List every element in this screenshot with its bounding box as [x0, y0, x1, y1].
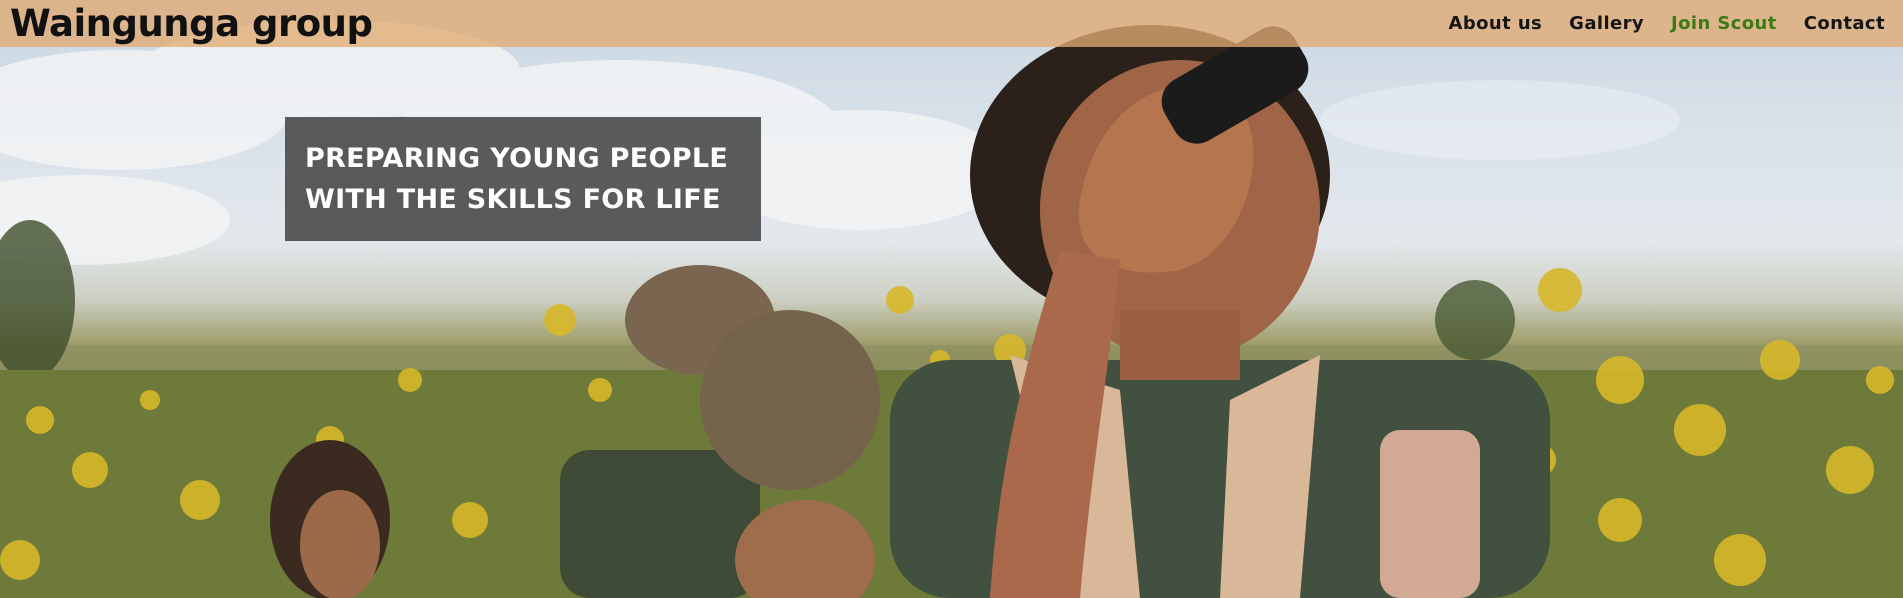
nav-join-scout[interactable]: Join Scout: [1671, 13, 1777, 34]
nav-gallery[interactable]: Gallery: [1569, 13, 1644, 34]
hero-photo: [0, 20, 1903, 598]
tagline-line-1: PREPARING YOUNG PEOPLE: [305, 143, 729, 174]
top-navbar: Waingunga group About us Gallery Join Sc…: [0, 0, 1903, 47]
main-nav: About us Gallery Join Scout Contact: [1449, 0, 1885, 47]
site-brand[interactable]: Waingunga group: [10, 0, 373, 47]
nav-contact[interactable]: Contact: [1804, 13, 1885, 34]
hero-tagline-box: PREPARING YOUNG PEOPLE WITH THE SKILLS F…: [285, 117, 761, 241]
nav-about-us[interactable]: About us: [1449, 13, 1543, 34]
tagline-line-2: WITH THE SKILLS FOR LIFE: [305, 184, 721, 215]
clouds: [0, 20, 1680, 265]
hero-banner: [0, 0, 1903, 598]
